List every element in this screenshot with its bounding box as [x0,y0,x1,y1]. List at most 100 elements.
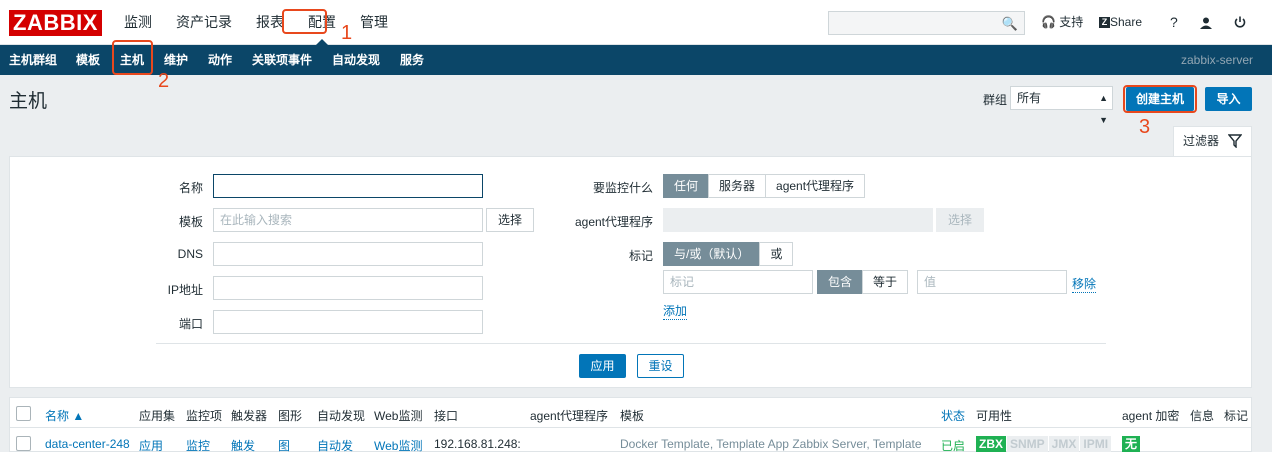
col-graphs: 图形 [278,409,303,423]
col-info: 信息 [1190,409,1215,423]
menu-inventory[interactable]: 资产记录 [164,0,244,45]
add-tag-link[interactable]: 添加 [663,302,688,320]
submenu-templates[interactable]: 模板 [76,45,100,75]
dns-label: DNS [177,247,203,261]
highlight-config [282,9,327,34]
items-link[interactable]: 监控 [186,437,210,452]
tag-name-input[interactable]: 标记 [663,270,813,294]
row-divider [10,427,1251,428]
help-icon[interactable]: ? [1170,0,1178,45]
tag-op-equals[interactable]: 等于 [862,270,909,294]
search-input[interactable]: 🔍 [828,11,1025,35]
encryption-badge-wrap: 无 [1122,436,1141,452]
import-button[interactable]: 导入 [1205,87,1252,111]
col-templates: 模板 [620,409,645,423]
col-availability: 可用性 [976,409,1013,423]
highlight-hosts [112,40,153,75]
col-status[interactable]: 状态 [941,407,965,424]
snmp-badge: SNMP [1007,436,1048,452]
filter-tab[interactable]: 过滤器 [1173,126,1252,157]
col-discovery: 自动发现 [317,409,366,423]
availability-badges: ZBX SNMP JMX IPMI [976,436,1112,452]
col-interface: 接口 [434,409,459,423]
name-input[interactable] [213,174,483,198]
discovery-link[interactable]: 自动发 [317,437,353,452]
template-input[interactable]: 在此输入搜索 [213,208,483,232]
user-icon[interactable] [1200,0,1212,45]
group-select-value: 所有 [1017,91,1042,105]
port-input[interactable] [213,310,483,334]
apply-button[interactable]: 应用 [579,354,626,378]
interface-value: 192.168.81.248: [434,437,521,451]
zbx-badge: ZBX [976,436,1006,452]
tags-label: 标记 [628,249,653,263]
reset-button[interactable]: 重设 [637,354,684,378]
tag-mode-segment: 与/或（默认） 或 [663,242,794,266]
tag-operator-segment: 包含 等于 [817,270,909,294]
row-checkbox[interactable] [16,436,31,451]
filter-panel: 名称 模板 在此输入搜索 选择 DNS IP地址 端口 要监控什么 任何 服务器… [9,156,1252,388]
funnel-icon [1227,127,1243,157]
web-link[interactable]: Web监测 [374,437,422,452]
monitor-segment: 任何 服务器 agent代理程序 [663,174,866,198]
submenu-correlation[interactable]: 关联项事件 [252,45,312,75]
graphs-link[interactable]: 图 [278,437,290,452]
templates-value: Docker Template, Template App Zabbix Ser… [620,437,922,451]
name-label: 名称 [178,181,203,195]
ip-input[interactable] [213,276,483,300]
col-web: Web监测 [374,409,423,423]
group-label: 群组 [983,93,1008,107]
monitor-any[interactable]: 任何 [663,174,710,198]
status-link[interactable]: 已启 [941,437,965,452]
monitor-label: 要监控什么 [592,181,653,195]
triggers-link[interactable]: 触发 [231,437,255,452]
select-all-checkbox[interactable] [16,406,31,421]
host-name-link[interactable]: data-center-248 [45,437,130,451]
support-link[interactable]: 🎧 支持 [1041,0,1083,45]
menu-administration[interactable]: 管理 [348,0,400,45]
page-title: 主机 [9,91,48,112]
share-icon: Z [1099,17,1110,29]
power-icon[interactable] [1234,0,1246,45]
submenu-actions[interactable]: 动作 [208,45,232,75]
top-bar: ZABBIX 监测 资产记录 报表 配置 管理 🔍 🎧 支持 Z Share ? [0,0,1272,45]
col-name[interactable]: 名称 ▲ [45,407,84,424]
menu-monitoring[interactable]: 监测 [112,0,164,45]
annotation-1: 1 [341,22,353,44]
group-select[interactable]: 所有 ▲ ▼ [1010,86,1113,125]
remove-tag-link[interactable]: 移除 [1072,275,1097,293]
tag-value-input[interactable]: 值 [917,270,1067,294]
col-proxy: agent代理程序 [530,409,609,423]
server-name: zabbix-server [1180,53,1253,67]
encryption-badge: 无 [1122,436,1141,452]
zabbix-logo[interactable]: ZABBIX [9,10,102,36]
submenu-host-groups[interactable]: 主机群组 [9,45,57,75]
col-encryption: agent 加密 [1122,409,1180,423]
dns-input[interactable] [213,242,483,266]
updown-arrow-icon: ▲ ▼ [1099,93,1108,125]
tag-mode-or[interactable]: 或 [759,242,794,266]
filter-divider [156,343,1106,344]
col-items: 监控项 [186,409,223,423]
applications-link[interactable]: 应用 [139,437,163,452]
highlight-create-host [1123,85,1197,113]
monitor-server[interactable]: 服务器 [708,174,767,198]
submenu-discovery[interactable]: 自动发现 [332,45,380,75]
annotation-3: 3 [1139,116,1151,138]
template-select-button[interactable]: 选择 [486,208,534,232]
main-menu: 监测 资产记录 报表 配置 管理 [112,0,400,45]
tag-mode-and-or[interactable]: 与/或（默认） [663,242,761,266]
monitor-proxy[interactable]: agent代理程序 [765,174,866,198]
filter-tab-label: 过滤器 [1183,134,1220,148]
share-link[interactable]: Z Share [1099,0,1142,45]
jmx-badge: JMX [1048,436,1080,452]
submenu-services[interactable]: 服务 [400,45,424,75]
tag-op-contains[interactable]: 包含 [817,270,864,294]
search-icon[interactable]: 🔍 [1002,16,1018,32]
ip-label: IP地址 [167,283,203,297]
col-tags: 标记 [1224,409,1249,423]
proxy-select-button: 选择 [936,208,984,232]
ipmi-badge: IPMI [1080,436,1112,452]
annotation-2: 2 [158,70,170,92]
col-triggers: 触发器 [231,409,268,423]
